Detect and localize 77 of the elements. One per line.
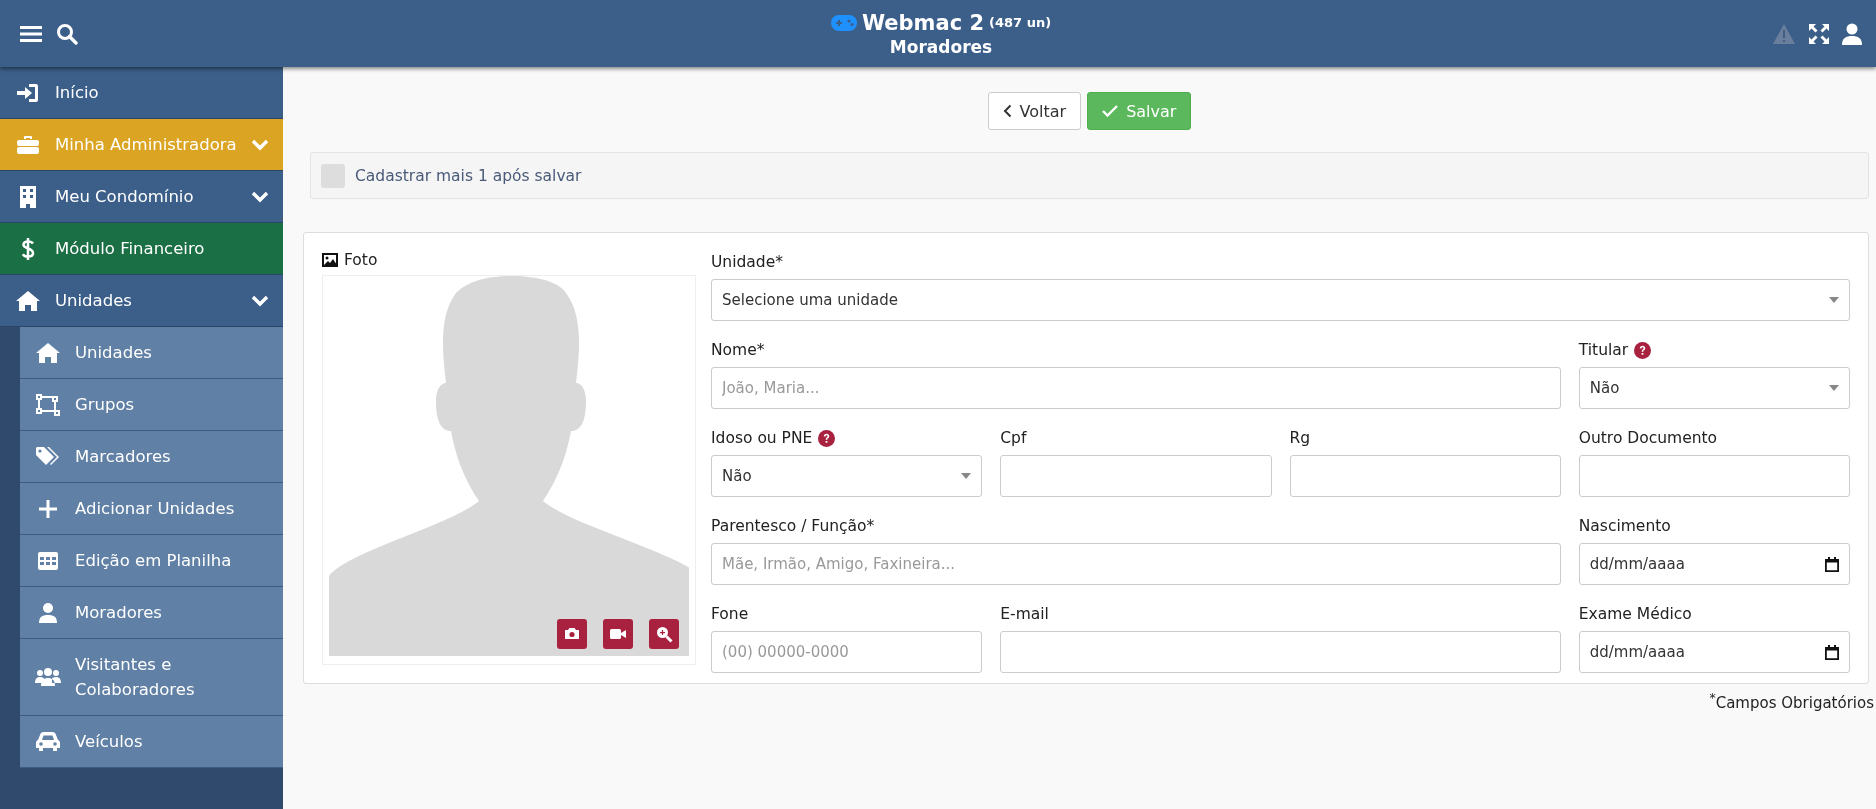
check-icon: [1102, 105, 1119, 117]
sidebar-item[interactable]: Início: [0, 67, 283, 119]
back-button[interactable]: Voltar: [987, 92, 1082, 130]
field-label: Unidade*: [711, 253, 783, 271]
input-field[interactable]: Mãe, Irmão, Amigo, Faxineira...: [711, 543, 1561, 585]
menu-icon[interactable]: [20, 23, 42, 44]
input-field[interactable]: (00) 00000-0000: [711, 631, 983, 673]
chevron-down-icon: [251, 294, 269, 307]
checkbox-label: Cadastrar mais 1 após salvar: [355, 166, 582, 185]
field-label: Fone: [711, 605, 749, 623]
input-field[interactable]: [1578, 455, 1850, 497]
image-icon: [322, 253, 338, 267]
field-label: Idoso ou PNE: [711, 429, 813, 447]
zoom-in-button[interactable]: [649, 619, 679, 649]
sidebar-subitem[interactable]: Edição em Planilha: [20, 535, 283, 587]
app-title: Webmac 2: [861, 10, 985, 35]
building-icon: [19, 185, 36, 208]
checkbox[interactable]: [321, 163, 345, 188]
nodes-icon: [35, 393, 60, 416]
sidebar-item[interactable]: Módulo Financeiro: [0, 223, 283, 275]
photo-label: Foto: [344, 251, 378, 269]
briefcase-icon: [16, 134, 39, 155]
caret-down-icon: [1829, 385, 1839, 391]
dropdown[interactable]: Não: [711, 455, 983, 497]
chevron-down-icon: [251, 190, 269, 203]
house-icon: [35, 342, 60, 363]
users-icon: [34, 668, 61, 686]
house-icon: [15, 290, 40, 311]
sidebar-subitem[interactable]: Moradores: [20, 587, 283, 639]
sidebar-subitem[interactable]: Veículos: [20, 716, 283, 768]
field-label: Outro Documento: [1578, 429, 1718, 447]
camera-button[interactable]: [557, 619, 587, 649]
field-label: Parentesco / Função*: [711, 517, 875, 535]
calendar-icon: [1825, 556, 1839, 572]
caret-down-icon: [961, 473, 972, 479]
zoom-in-icon: [655, 625, 673, 643]
dropdown[interactable]: Não: [1578, 367, 1850, 409]
caret-down-icon: [1829, 297, 1839, 303]
car-icon: [35, 731, 60, 752]
field-label: Exame Médico: [1578, 605, 1692, 623]
sidebar-item[interactable]: Meu Condomínio: [0, 171, 283, 223]
input-field[interactable]: João, Maria...: [711, 367, 1561, 409]
required-fields-note: $^{*}$Campos Obrigatórios: [1708, 690, 1874, 712]
input-field[interactable]: [1000, 455, 1272, 497]
dollar-icon: [20, 236, 35, 261]
field-label: Cpf: [1000, 429, 1027, 447]
sidebar-subitem[interactable]: Unidades: [20, 327, 283, 379]
chevron-left-icon: [1002, 104, 1012, 118]
input-field[interactable]: [1000, 631, 1561, 673]
calendar-icon: [1825, 644, 1839, 660]
sidebar-subitem[interactable]: Visitantes e Colaboradores: [20, 639, 283, 716]
user-icon[interactable]: [1842, 22, 1862, 45]
video-camera-button[interactable]: [603, 619, 633, 649]
dropdown[interactable]: Selecione uma unidade: [711, 279, 1850, 321]
search-icon[interactable]: [56, 22, 78, 45]
tags-icon: [35, 446, 60, 467]
field-label: Nascimento: [1578, 517, 1671, 535]
input-field[interactable]: [1289, 455, 1561, 497]
date-field[interactable]: dd/mm/aaaa: [1578, 543, 1850, 585]
user-icon: [38, 602, 57, 623]
sidebar-subitem[interactable]: Adicionar Unidades: [20, 483, 283, 535]
grid-icon: [37, 551, 58, 570]
sidebar-item[interactable]: Unidades: [0, 275, 283, 327]
date-field[interactable]: dd/mm/aaaa: [1578, 631, 1850, 673]
field-label: Nome*: [711, 341, 765, 359]
page-title: Moradores: [889, 36, 993, 57]
field-label: Rg: [1289, 429, 1311, 447]
plus-icon: [38, 499, 57, 518]
field-label: Titular: [1578, 341, 1629, 359]
chevron-down-icon: [251, 138, 269, 151]
expand-icon[interactable]: [1808, 22, 1830, 45]
sign-in-icon: [16, 82, 39, 103]
field-label: E-mail: [1000, 605, 1049, 623]
unit-count: (487 un): [989, 15, 1052, 30]
gamepad-icon: [830, 14, 857, 31]
sidebar-subitem[interactable]: Grupos: [20, 379, 283, 431]
sidebar-subitem[interactable]: Marcadores: [20, 431, 283, 483]
